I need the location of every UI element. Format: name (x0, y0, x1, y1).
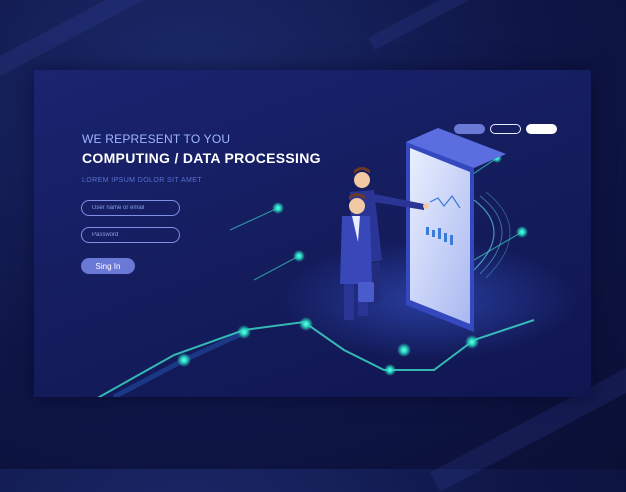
landing-panel: WE REPRESENT TO YOU COMPUTING / DATA PRO… (34, 70, 591, 397)
page-title: COMPUTING / DATA PROCESSING (82, 150, 321, 166)
glow-node (177, 353, 191, 367)
slide-indicator-1[interactable] (454, 124, 485, 134)
briefcase (358, 282, 374, 302)
slide-indicator-2[interactable] (490, 124, 521, 134)
background-stripe (368, 0, 552, 51)
glow-node (465, 335, 479, 349)
password-field[interactable] (81, 227, 180, 243)
glow-node (237, 325, 251, 339)
light-ray (229, 207, 279, 231)
sign-in-button[interactable]: Sing In (81, 258, 135, 274)
glow-node (397, 343, 411, 357)
subtitle-text: LOREM IPSUM DOLOR SIT AMET (82, 177, 202, 184)
glow-node (384, 364, 396, 376)
slide-indicator-3[interactable] (526, 124, 557, 134)
kicker-text: WE REPRESENT TO YOU (82, 132, 231, 146)
circuit-line (112, 332, 241, 397)
glow-node (299, 317, 313, 331)
email-field[interactable] (81, 200, 180, 216)
